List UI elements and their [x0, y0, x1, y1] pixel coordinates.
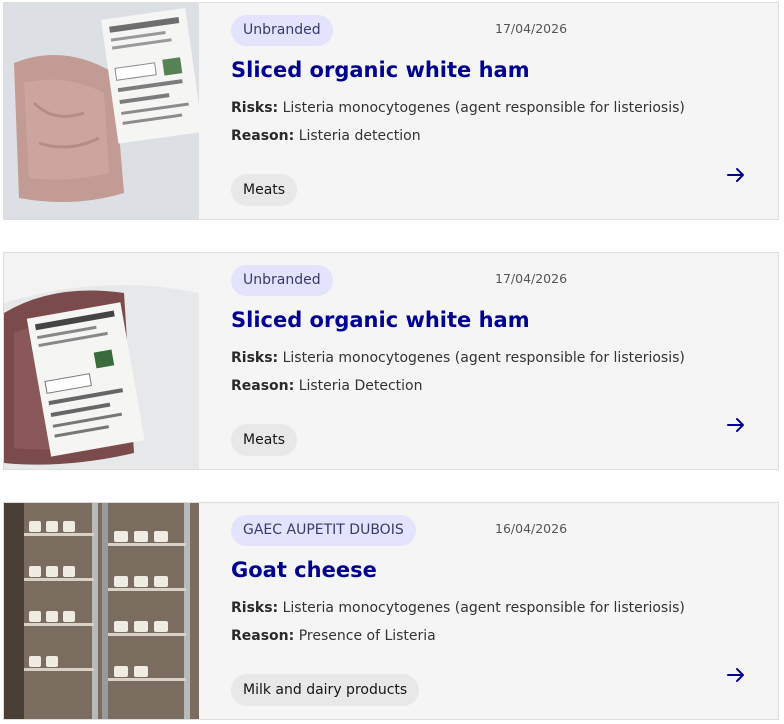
risks-line: Risks: Listeria monocytogenes (agent res…	[231, 100, 685, 116]
product-title[interactable]: Sliced organic white ham	[231, 58, 530, 82]
risks-line: Risks: Listeria monocytogenes (agent res…	[231, 350, 685, 366]
risks-label: Risks:	[231, 600, 279, 616]
reason-line: Reason: Listeria Detection	[231, 378, 422, 394]
risks-value: Listeria monocytogenes (agent responsibl…	[282, 350, 685, 366]
cheese-rack-photo	[4, 503, 199, 719]
arrow-right-icon[interactable]	[724, 413, 748, 437]
brand-badge: Unbranded	[231, 265, 333, 296]
risks-label: Risks:	[231, 100, 279, 116]
publication-date: 17/04/2026	[495, 271, 568, 286]
reason-label: Reason:	[231, 628, 295, 644]
product-title[interactable]: Sliced organic white ham	[231, 308, 530, 332]
reason-line: Reason: Listeria detection	[231, 128, 421, 144]
risks-line: Risks: Listeria monocytogenes (agent res…	[231, 600, 685, 616]
product-title[interactable]: Goat cheese	[231, 558, 377, 582]
ham-package-photo	[4, 3, 199, 219]
reason-value: Presence of Listeria	[298, 628, 436, 644]
arrow-right-icon[interactable]	[724, 163, 748, 187]
category-tag: Meats	[231, 424, 298, 456]
brand-badge: Unbranded	[231, 15, 333, 46]
reason-label: Reason:	[231, 128, 295, 144]
recall-card[interactable]: Unbranded 17/04/2026 Sliced organic whit…	[3, 2, 779, 220]
reason-value: Listeria Detection	[298, 378, 423, 394]
category-tag: Meats	[231, 174, 298, 206]
recall-card[interactable]: Unbranded 17/04/2026 Sliced organic whit…	[3, 252, 779, 470]
risks-label: Risks:	[231, 350, 279, 366]
reason-line: Reason: Presence of Listeria	[231, 628, 436, 644]
recall-card[interactable]: GAEC AUPETIT DUBOIS 16/04/2026 Goat chee…	[3, 502, 779, 720]
category-tag: Milk and dairy products	[231, 674, 420, 706]
arrow-right-icon[interactable]	[724, 663, 748, 687]
ham-package-photo	[4, 253, 199, 469]
risks-value: Listeria monocytogenes (agent responsibl…	[282, 100, 685, 116]
reason-label: Reason:	[231, 378, 295, 394]
publication-date: 16/04/2026	[495, 521, 568, 536]
publication-date: 17/04/2026	[495, 21, 568, 36]
risks-value: Listeria monocytogenes (agent responsibl…	[282, 600, 685, 616]
brand-badge: GAEC AUPETIT DUBOIS	[231, 515, 416, 546]
reason-value: Listeria detection	[298, 128, 421, 144]
